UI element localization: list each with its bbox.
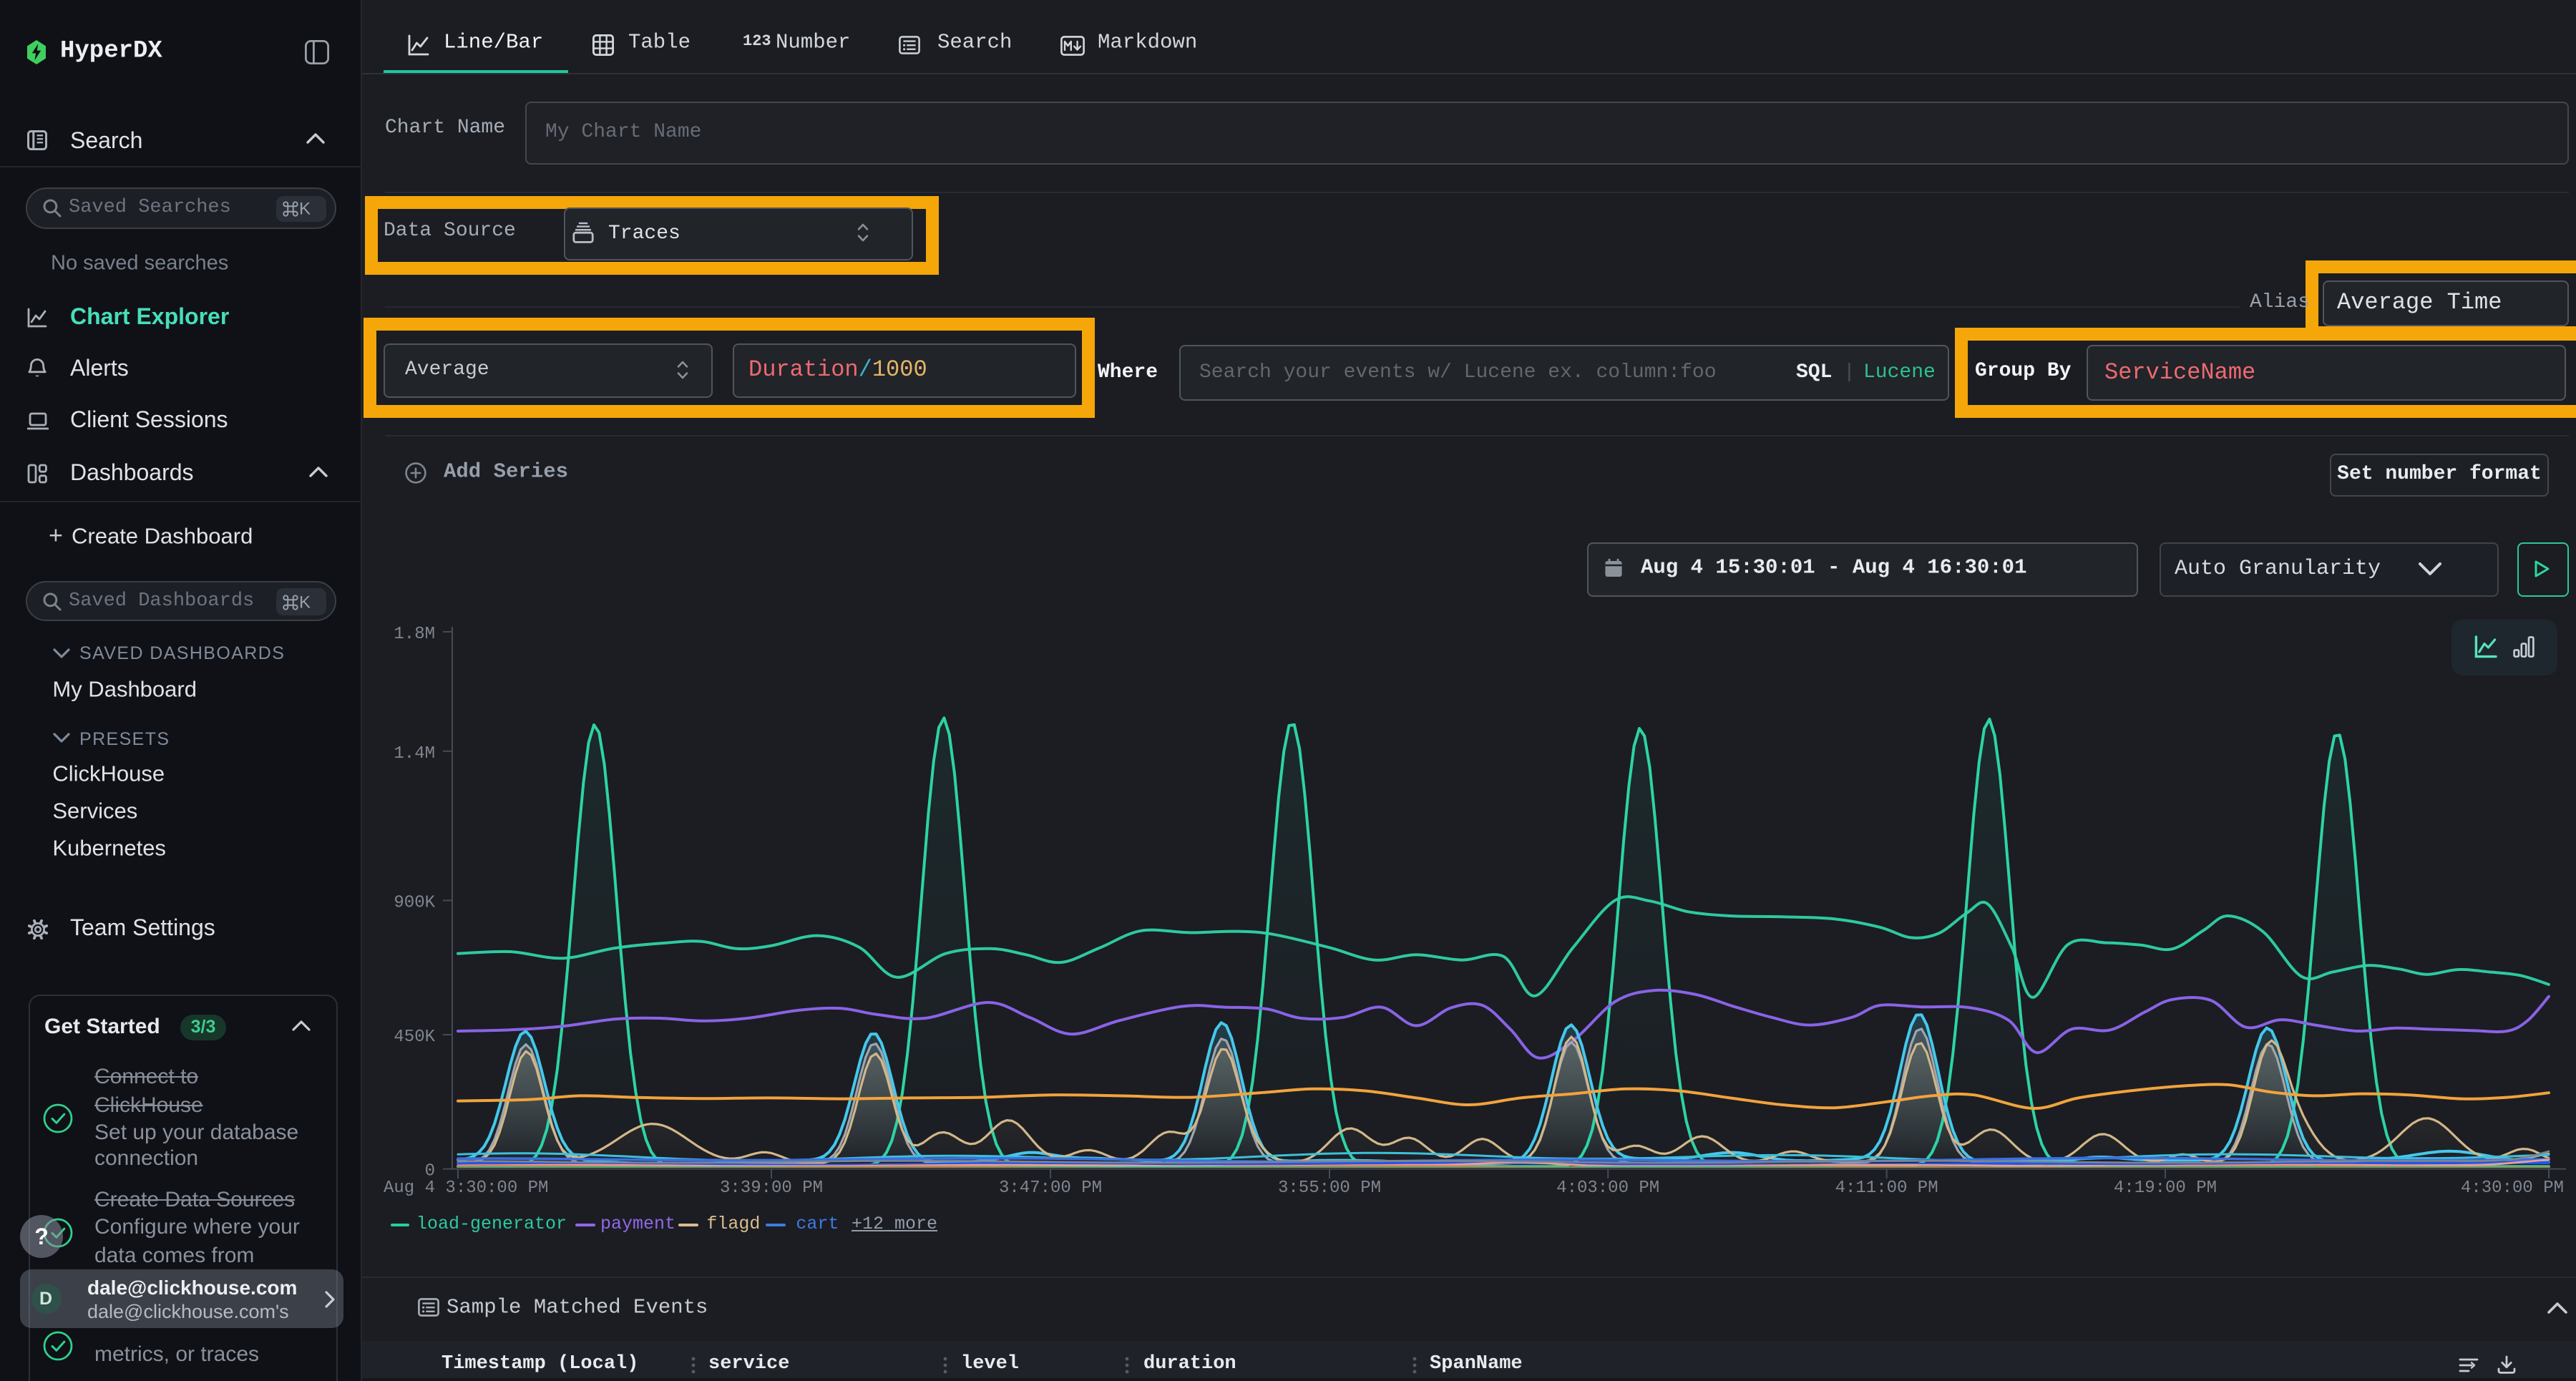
svg-text:1.4M: 1.4M: [394, 744, 435, 763]
svg-text:450K: 450K: [394, 1028, 435, 1047]
svg-text:3:47:00 PM: 3:47:00 PM: [999, 1179, 1102, 1198]
svg-text:4:30:00 PM: 4:30:00 PM: [2461, 1179, 2564, 1198]
svg-text:900K: 900K: [394, 893, 435, 912]
svg-text:4:03:00 PM: 4:03:00 PM: [1556, 1179, 1659, 1198]
svg-text:3:39:00 PM: 3:39:00 PM: [720, 1179, 823, 1198]
svg-text:4:11:00 PM: 4:11:00 PM: [1835, 1179, 1938, 1198]
svg-text:3:55:00 PM: 3:55:00 PM: [1278, 1179, 1381, 1198]
svg-text:4:19:00 PM: 4:19:00 PM: [2114, 1179, 2217, 1198]
svg-text:Aug 4 3:30:00 PM: Aug 4 3:30:00 PM: [384, 1179, 548, 1198]
svg-text:1.8M: 1.8M: [394, 625, 435, 644]
